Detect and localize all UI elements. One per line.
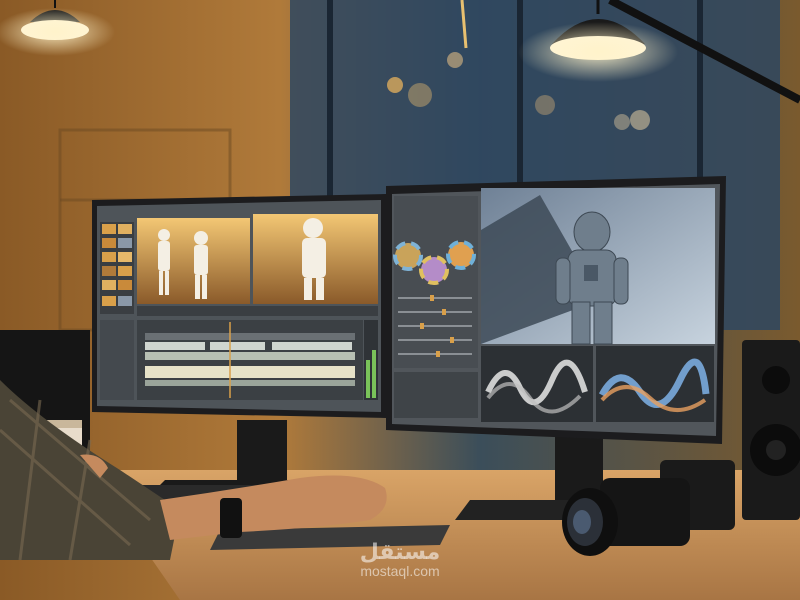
waveform-scope-1 — [481, 346, 593, 422]
watermark-site: mostaql.com — [360, 563, 440, 579]
source-preview — [137, 218, 250, 304]
scene-illustration — [0, 0, 800, 600]
thumbnail-strip — [100, 222, 134, 314]
watermark: مستقل mostaql.com — [340, 540, 460, 579]
watermark-logo: مستقل — [359, 540, 441, 565]
speaker-right — [742, 340, 800, 520]
photo-scene: مستقل mostaql.com — [0, 0, 800, 600]
